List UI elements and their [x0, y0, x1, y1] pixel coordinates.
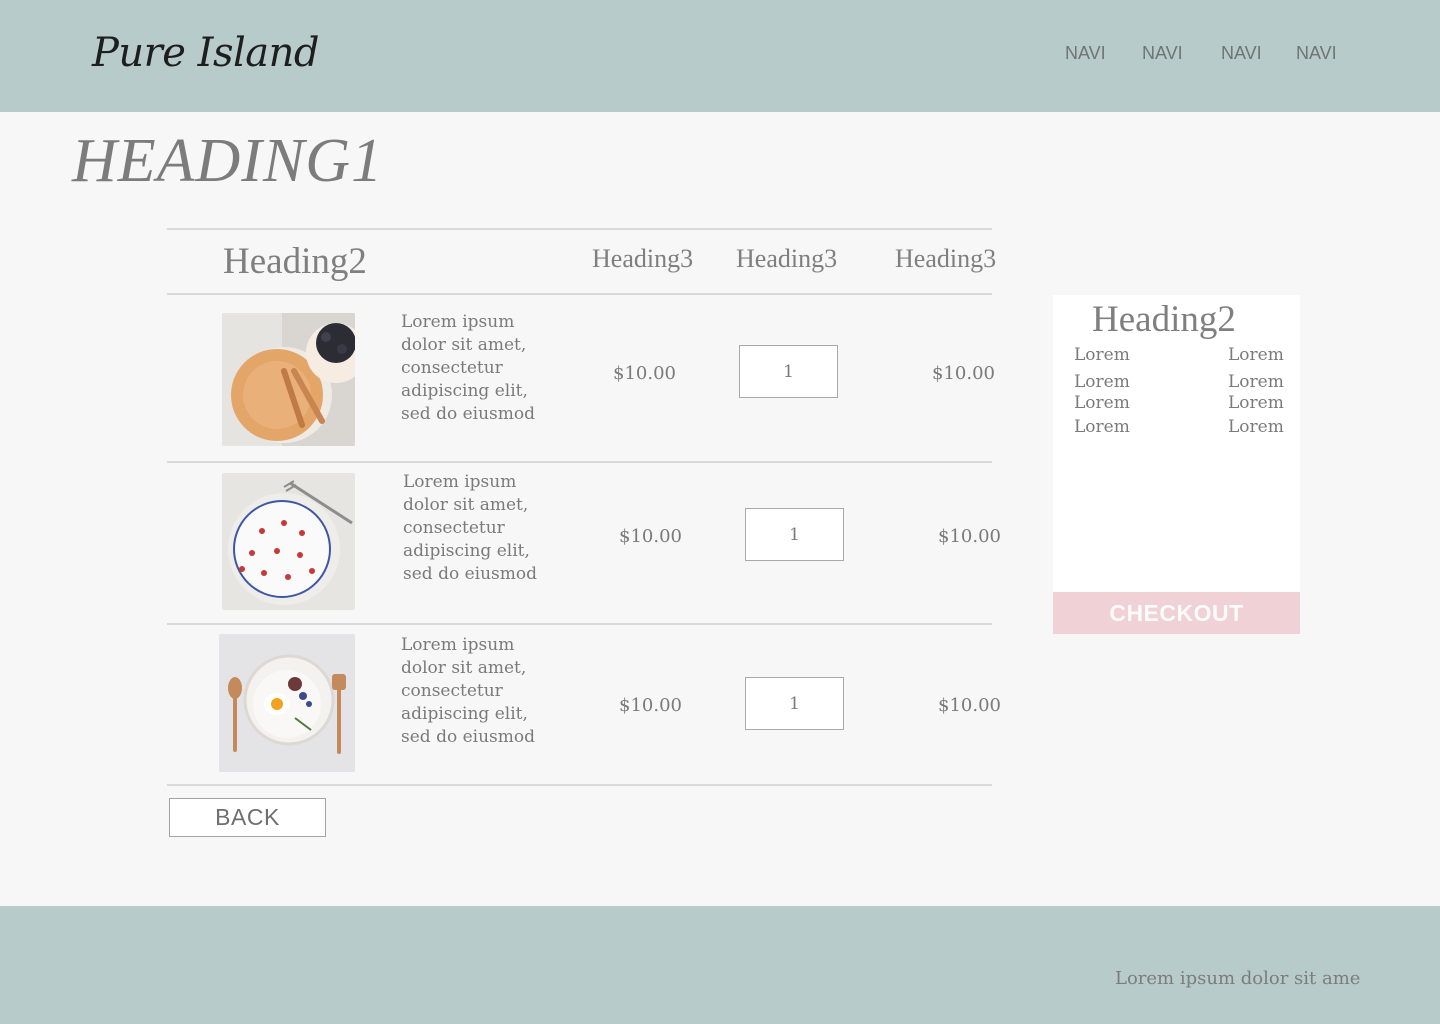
- product-price: $10.00: [619, 695, 682, 716]
- site-header: Pure Island NAVI NAVI NAVI NAVI: [0, 0, 1440, 112]
- nav-link-3[interactable]: NAVI: [1221, 43, 1262, 64]
- row-divider: [167, 623, 992, 625]
- summary-label: Lorem: [1074, 417, 1130, 437]
- product-price: $10.00: [619, 526, 682, 547]
- summary-value: Lorem: [1228, 393, 1284, 413]
- nav-link-4[interactable]: NAVI: [1296, 43, 1337, 64]
- nav-link-2[interactable]: NAVI: [1142, 43, 1183, 64]
- quantity-input[interactable]: [745, 677, 844, 730]
- product-description: Lorem ipsum dolor sit amet, consectetur …: [403, 472, 537, 584]
- table-header-divider: [167, 293, 992, 295]
- brand-logo[interactable]: Pure Island: [92, 30, 320, 76]
- table-header-total: Heading3: [895, 244, 997, 273]
- summary-label: Lorem: [1074, 345, 1130, 365]
- product-total: $10.00: [938, 695, 1001, 716]
- back-button[interactable]: BACK: [169, 798, 326, 837]
- quantity-input[interactable]: [745, 508, 844, 561]
- summary-label: Lorem: [1074, 393, 1130, 413]
- summary-value: Lorem: [1228, 345, 1284, 365]
- summary-value: Lorem: [1228, 417, 1284, 437]
- product-price: $10.00: [613, 363, 676, 384]
- nav-link-1[interactable]: NAVI: [1065, 43, 1106, 64]
- product-image-strawberry-plate[interactable]: [222, 473, 355, 610]
- order-summary-panel: Heading2 Lorem Lorem Lorem Lorem Lorem L…: [1053, 295, 1300, 592]
- product-total: $10.00: [938, 526, 1001, 547]
- product-image-breakfast-plate[interactable]: [219, 634, 355, 772]
- quantity-input[interactable]: [739, 345, 838, 398]
- summary-label: Lorem: [1074, 372, 1130, 392]
- footer-text: Lorem ipsum dolor sit ame: [1115, 968, 1361, 989]
- table-header-product: Heading2: [223, 241, 367, 282]
- product-description: Lorem ipsum dolor sit amet, consectetur …: [401, 635, 535, 747]
- product-image-orange-plates[interactable]: [222, 313, 355, 446]
- summary-title: Heading2: [1092, 299, 1236, 340]
- row-divider: [167, 461, 992, 463]
- summary-value: Lorem: [1228, 372, 1284, 392]
- product-total: $10.00: [932, 363, 995, 384]
- checkout-button[interactable]: CHECKOUT: [1053, 592, 1300, 634]
- site-footer: Lorem ipsum dolor sit ame: [0, 906, 1440, 1024]
- table-header-quantity: Heading3: [736, 244, 838, 273]
- table-header-price: Heading3: [592, 244, 694, 273]
- table-bottom-divider: [167, 784, 992, 786]
- table-top-divider: [167, 228, 992, 230]
- page-title: HEADING1: [72, 127, 384, 195]
- product-description: Lorem ipsum dolor sit amet, consectetur …: [401, 312, 535, 424]
